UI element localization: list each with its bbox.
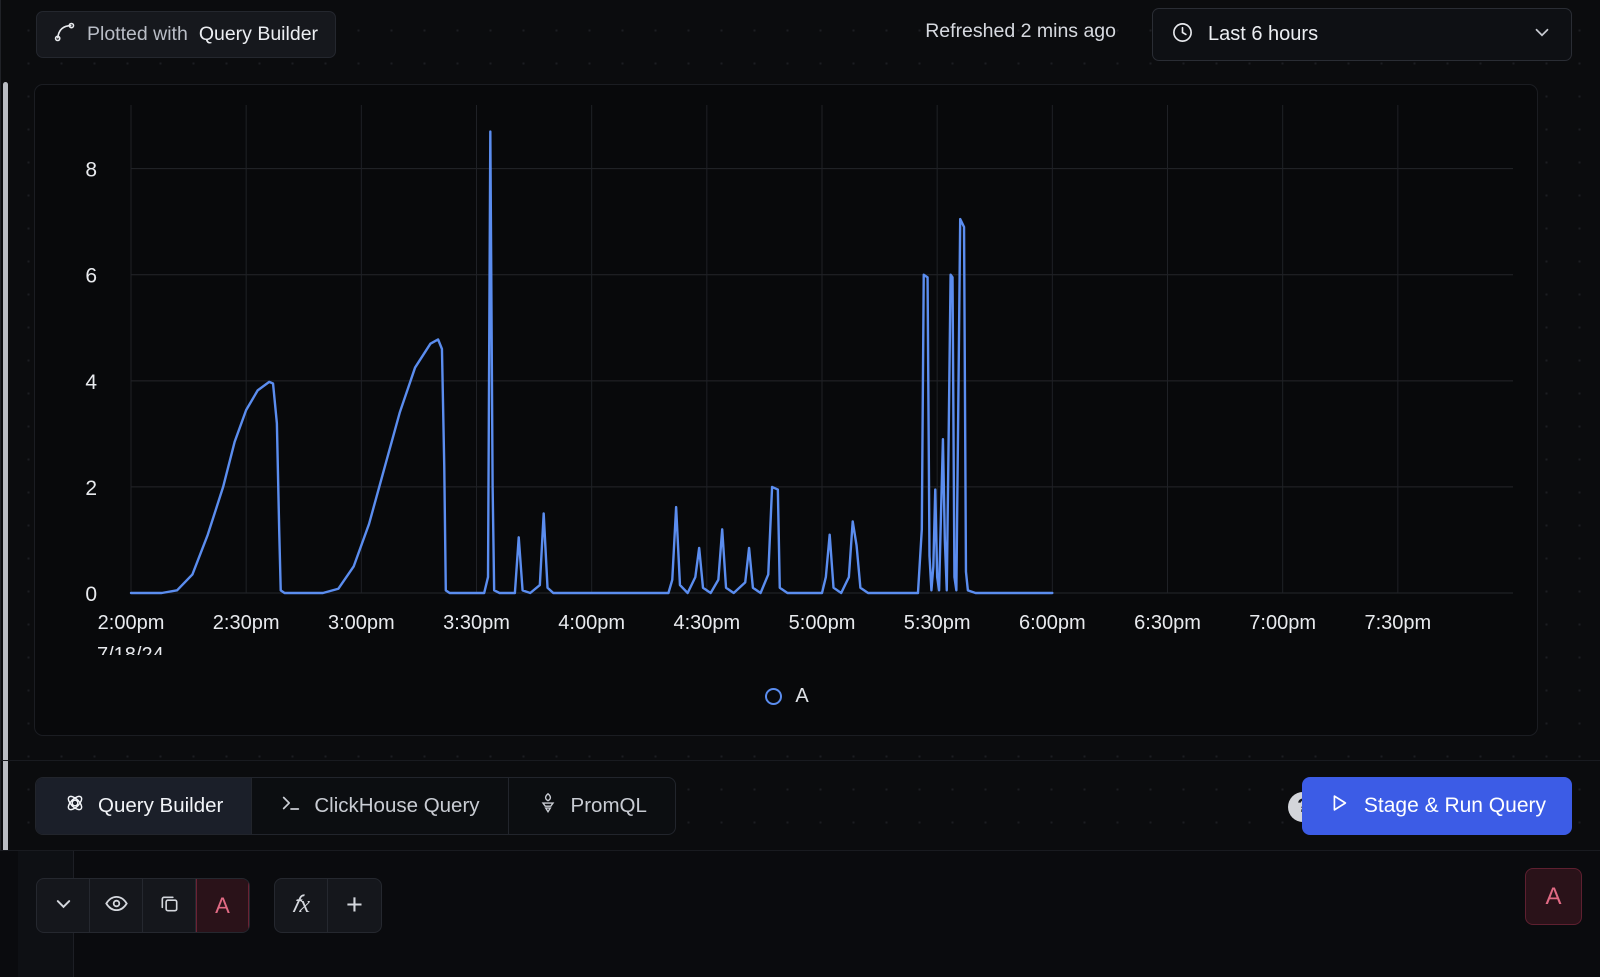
chart-panel: 0 2 4 6 8 2:00pm 2:30pm 3:00pm 3:30pm 4:00pm 4:30… [34,84,1538,736]
tab-clickhouse-query[interactable]: ClickHouse Query [252,778,509,834]
query-tabs: Query Builder ClickHouse Query PromQL [35,777,676,835]
torch-icon [537,792,559,820]
svg-text:5:30pm: 5:30pm [904,612,971,634]
alias-badge-button[interactable]: A [196,879,249,932]
svg-text:7:00pm: 7:00pm [1249,612,1316,634]
svg-text:3:30pm: 3:30pm [443,612,510,634]
svg-text:7/18/24: 7/18/24 [97,644,164,655]
svg-text:2:30pm: 2:30pm [213,612,280,634]
time-range-picker[interactable]: Last 6 hours [1152,8,1572,61]
svg-text:0: 0 [85,583,97,606]
svg-text:4:00pm: 4:00pm [558,612,625,634]
svg-text:4: 4 [85,371,97,394]
tab-label: Query Builder [98,794,224,817]
svg-text:6:30pm: 6:30pm [1134,612,1201,634]
query-row-actions: A [36,878,250,933]
query-editor-toolbar: A 𝑓x + A [0,850,1600,977]
alias-badge-right[interactable]: A [1525,868,1582,925]
add-query-button[interactable]: + [328,879,381,932]
svg-text:8: 8 [85,159,97,182]
svg-text:6: 6 [85,265,97,288]
x-axis-ticks: 2:00pm 2:30pm 3:00pm 3:30pm 4:00pm 4:30pm 5:00… [97,612,1431,655]
run-button-label: Stage & Run Query [1363,794,1546,817]
curve-icon [54,21,76,48]
svg-text:2: 2 [85,477,97,500]
tab-label: PromQL [570,794,647,817]
add-formula-button[interactable]: 𝑓x [275,879,328,932]
plotted-with-label: Plotted with [87,23,188,45]
tab-promql[interactable]: PromQL [509,778,675,834]
atom-icon [64,792,86,820]
stage-and-run-query-button[interactable]: Stage & Run Query [1301,777,1572,835]
play-icon [1328,792,1350,820]
visibility-toggle-button[interactable] [90,879,143,932]
copy-icon [158,892,181,920]
formula-actions: 𝑓x + [274,878,382,933]
line-chart[interactable]: 0 2 4 6 8 2:00pm 2:30pm 3:00pm 3:30pm 4:00pm 4:30… [35,85,1539,655]
plot-area[interactable]: 0 2 4 6 8 2:00pm 2:30pm 3:00pm 3:30pm 4:00pm 4:30… [35,85,1539,655]
legend-marker [765,688,783,705]
refreshed-status: Refreshed 2 mins ago [925,20,1116,42]
chart-header: Plotted with Query Builder Refreshed 2 m… [0,0,1600,68]
svg-text:2:00pm: 2:00pm [98,612,165,634]
chart-legend[interactable]: A [35,685,1539,708]
chevron-down-icon [52,892,75,920]
grid-lines [130,105,1513,594]
duplicate-button[interactable] [143,879,196,932]
y-axis-ticks: 0 2 4 6 8 [85,159,97,606]
clock-icon [1171,21,1194,49]
svg-text:6:00pm: 6:00pm [1019,612,1086,634]
svg-text:5:00pm: 5:00pm [789,612,856,634]
svg-text:3:00pm: 3:00pm [328,612,395,634]
tab-label: ClickHouse Query [314,794,480,817]
query-tabs-row: Query Builder ClickHouse Query PromQL St… [0,760,1600,850]
collapse-button[interactable] [37,879,90,932]
plotted-with-badge[interactable]: Plotted with Query Builder [36,11,337,58]
tab-query-builder[interactable]: Query Builder [36,778,253,834]
legend-label: A [795,685,809,707]
eye-icon [104,891,129,921]
terminal-icon [280,792,302,820]
chevron-down-icon [1531,21,1553,48]
svg-text:7:30pm: 7:30pm [1364,612,1431,634]
fx-icon: 𝑓x [291,892,311,918]
time-range-value: Last 6 hours [1208,23,1319,45]
svg-text:4:30pm: 4:30pm [673,612,740,634]
plotted-with-value: Query Builder [198,23,319,45]
plus-icon: + [346,889,363,921]
